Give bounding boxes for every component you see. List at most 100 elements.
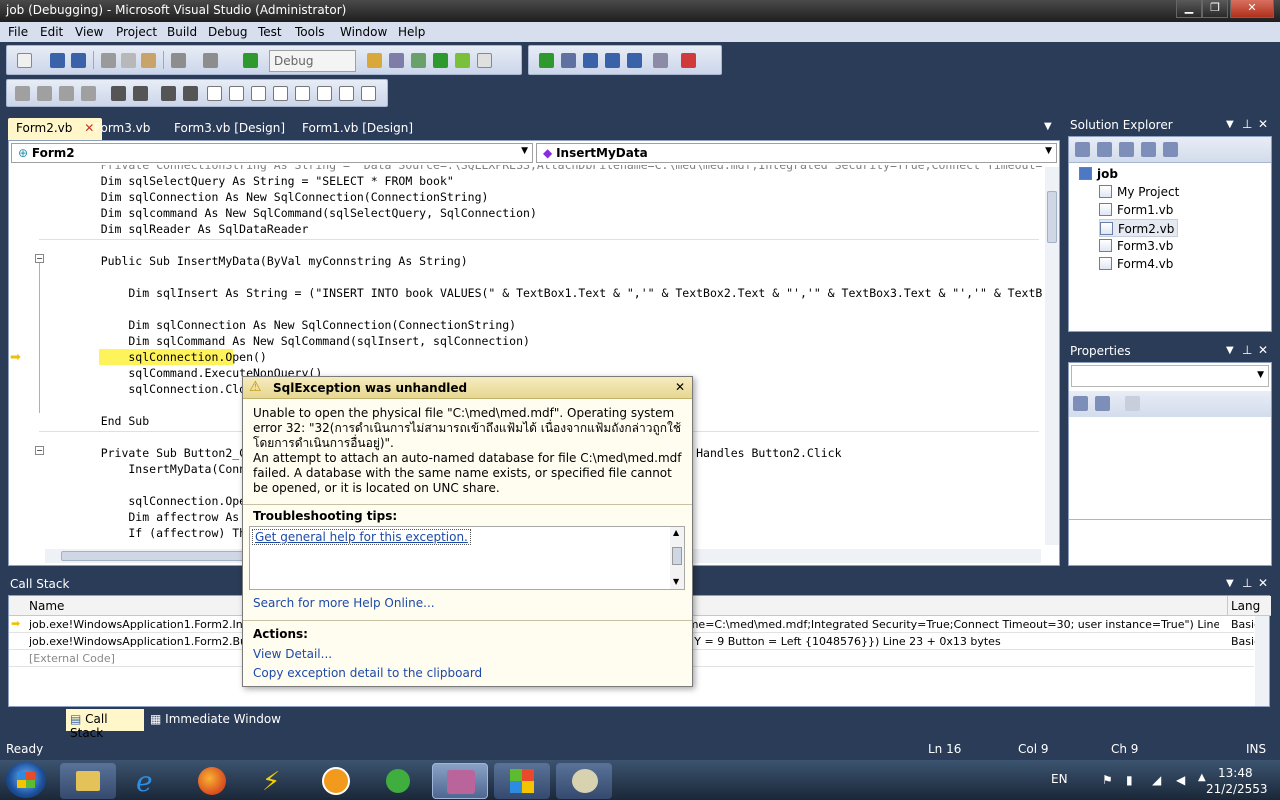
continue-icon[interactable] [539, 53, 554, 68]
redo-icon[interactable] [203, 53, 218, 68]
property-pages-icon[interactable] [1125, 396, 1140, 411]
save-all-icon[interactable] [71, 53, 86, 68]
start-button[interactable] [6, 762, 46, 798]
close-panel-icon[interactable]: ✕ [1258, 343, 1268, 357]
taskbar-app-office[interactable] [494, 763, 550, 799]
class-dropdown[interactable]: ⊕ Form2 ▼ [11, 143, 533, 163]
comment-icon[interactable] [207, 86, 222, 101]
align-left-icon[interactable] [111, 86, 126, 101]
clock-date[interactable]: 21/2/2553 [1206, 782, 1268, 796]
outdent-icon[interactable] [161, 86, 176, 101]
copy-icon[interactable] [121, 53, 136, 68]
taskbar-app-messenger[interactable] [370, 763, 426, 799]
view-code-icon[interactable] [1141, 142, 1156, 157]
properties-window-icon[interactable] [411, 53, 426, 68]
power-icon[interactable]: ▮ [1126, 773, 1133, 787]
menu-help[interactable]: Help [398, 25, 425, 39]
undo-icon[interactable] [171, 53, 186, 68]
tree-item-form2-selected[interactable]: Form2.vb [1099, 219, 1179, 237]
uncomment-icon[interactable] [229, 86, 244, 101]
bookmark-icon[interactable] [251, 86, 266, 101]
menu-test[interactable]: Test [258, 25, 282, 39]
categorized-icon[interactable] [1073, 396, 1088, 411]
find-in-files-icon[interactable] [367, 53, 382, 68]
network-icon[interactable]: ◢ [1152, 773, 1161, 787]
taskbar-app-winscp[interactable]: ⚡ [246, 763, 302, 799]
alphabetical-icon[interactable] [1095, 396, 1110, 411]
step-into-icon[interactable] [653, 53, 668, 68]
language-indicator[interactable]: EN [1051, 772, 1068, 786]
panel-menu-icon[interactable]: ▼ [1226, 578, 1234, 589]
show-all-files-icon[interactable] [1119, 142, 1134, 157]
tab-list-chevron-icon[interactable]: ▼ [1044, 121, 1052, 132]
maximize-button[interactable]: ❐ [1202, 0, 1228, 18]
next-bookmark-folder-icon[interactable] [339, 86, 354, 101]
tab-form3-design[interactable]: Form3.vb [Design] [166, 118, 293, 140]
tree-root-job[interactable]: job [1079, 165, 1118, 183]
taskbar-app-aimp[interactable] [308, 763, 364, 799]
menu-edit[interactable]: Edit [40, 25, 63, 39]
menu-file[interactable]: File [8, 25, 28, 39]
column-name-header[interactable]: Name [29, 599, 64, 613]
tab-form1-design[interactable]: Form1.vb [Design] [294, 118, 421, 140]
prev-bookmark-icon[interactable] [273, 86, 288, 101]
panel-menu-icon[interactable]: ▼ [1226, 119, 1234, 130]
break-all-icon[interactable] [561, 53, 576, 68]
align-to-grid-icon[interactable] [15, 86, 30, 101]
tab-immediate-window[interactable]: ▦ Immediate Window [150, 712, 281, 726]
tree-item-form4[interactable]: Form4.vb [1099, 255, 1173, 273]
tree-item-my-project[interactable]: My Project [1099, 183, 1179, 201]
method-dropdown[interactable]: ◆ InsertMyData ▼ [536, 143, 1057, 163]
show-hidden-icons-icon[interactable]: ▲ [1198, 772, 1206, 783]
scroll-down-icon[interactable]: ▼ [673, 577, 679, 586]
indent-icon[interactable] [183, 86, 198, 101]
scroll-up-icon[interactable]: ▲ [673, 528, 679, 537]
tip-link[interactable]: Get general help for this exception. [252, 529, 471, 545]
minimize-button[interactable]: ▁ [1176, 0, 1202, 18]
column-divider[interactable] [1227, 596, 1228, 616]
panel-menu-icon[interactable]: ▼ [1226, 345, 1234, 356]
object-selector-dropdown[interactable]: ▼ [1071, 365, 1269, 387]
vertical-scrollbar[interactable]: ▲ ▼ [670, 527, 684, 589]
close-panel-icon[interactable]: ✕ [1258, 576, 1268, 590]
clock-time[interactable]: 13:48 [1218, 766, 1253, 780]
align-lefts-icon[interactable] [37, 86, 52, 101]
start-page-icon[interactable] [477, 53, 492, 68]
search-help-online-link[interactable]: Search for more Help Online... [253, 596, 435, 610]
taskbar-app-explorer[interactable] [60, 763, 116, 799]
collapse-icon[interactable]: − [35, 254, 44, 263]
vertical-scrollbar[interactable] [1255, 616, 1269, 706]
toolbox-icon[interactable] [455, 53, 470, 68]
start-debugging-icon[interactable] [243, 53, 258, 68]
properties-icon[interactable] [1075, 142, 1090, 157]
menu-tools[interactable]: Tools [295, 25, 325, 39]
breakpoints-icon[interactable] [681, 53, 696, 68]
save-icon[interactable] [50, 53, 65, 68]
action-center-icon[interactable]: ⚑ [1102, 773, 1113, 787]
scrollbar-thumb[interactable] [672, 547, 682, 565]
menu-project[interactable]: Project [116, 25, 157, 39]
volume-icon[interactable]: ◀ [1176, 773, 1185, 787]
stop-debugging-icon[interactable] [583, 53, 598, 68]
tree-item-form3[interactable]: Form3.vb [1099, 237, 1173, 255]
object-browser-icon[interactable] [433, 53, 448, 68]
solution-explorer-icon[interactable] [389, 53, 404, 68]
menu-debug[interactable]: Debug [208, 25, 247, 39]
prev-bookmark-folder-icon[interactable] [317, 86, 332, 101]
collapse-icon[interactable]: − [35, 446, 44, 455]
new-project-icon[interactable] [17, 53, 32, 68]
next-bookmark-icon[interactable] [295, 86, 310, 101]
align-right-icon[interactable] [133, 86, 148, 101]
align-centers-icon[interactable] [59, 86, 74, 101]
tab-call-stack[interactable]: ▤ Call Stack [66, 709, 144, 740]
close-button[interactable]: ✕ [1230, 0, 1274, 18]
view-detail-link[interactable]: View Detail... [253, 647, 332, 661]
restart-icon[interactable] [605, 53, 620, 68]
show-next-statement-icon[interactable] [627, 53, 642, 68]
close-panel-icon[interactable]: ✕ [1258, 117, 1268, 131]
menu-window[interactable]: Window [340, 25, 387, 39]
column-lang-header[interactable]: Lang [1231, 599, 1260, 613]
taskbar-app-visual-studio[interactable] [432, 763, 488, 799]
taskbar-app-internet-explorer[interactable]: e [122, 763, 178, 799]
vertical-scrollbar[interactable] [1045, 167, 1059, 545]
